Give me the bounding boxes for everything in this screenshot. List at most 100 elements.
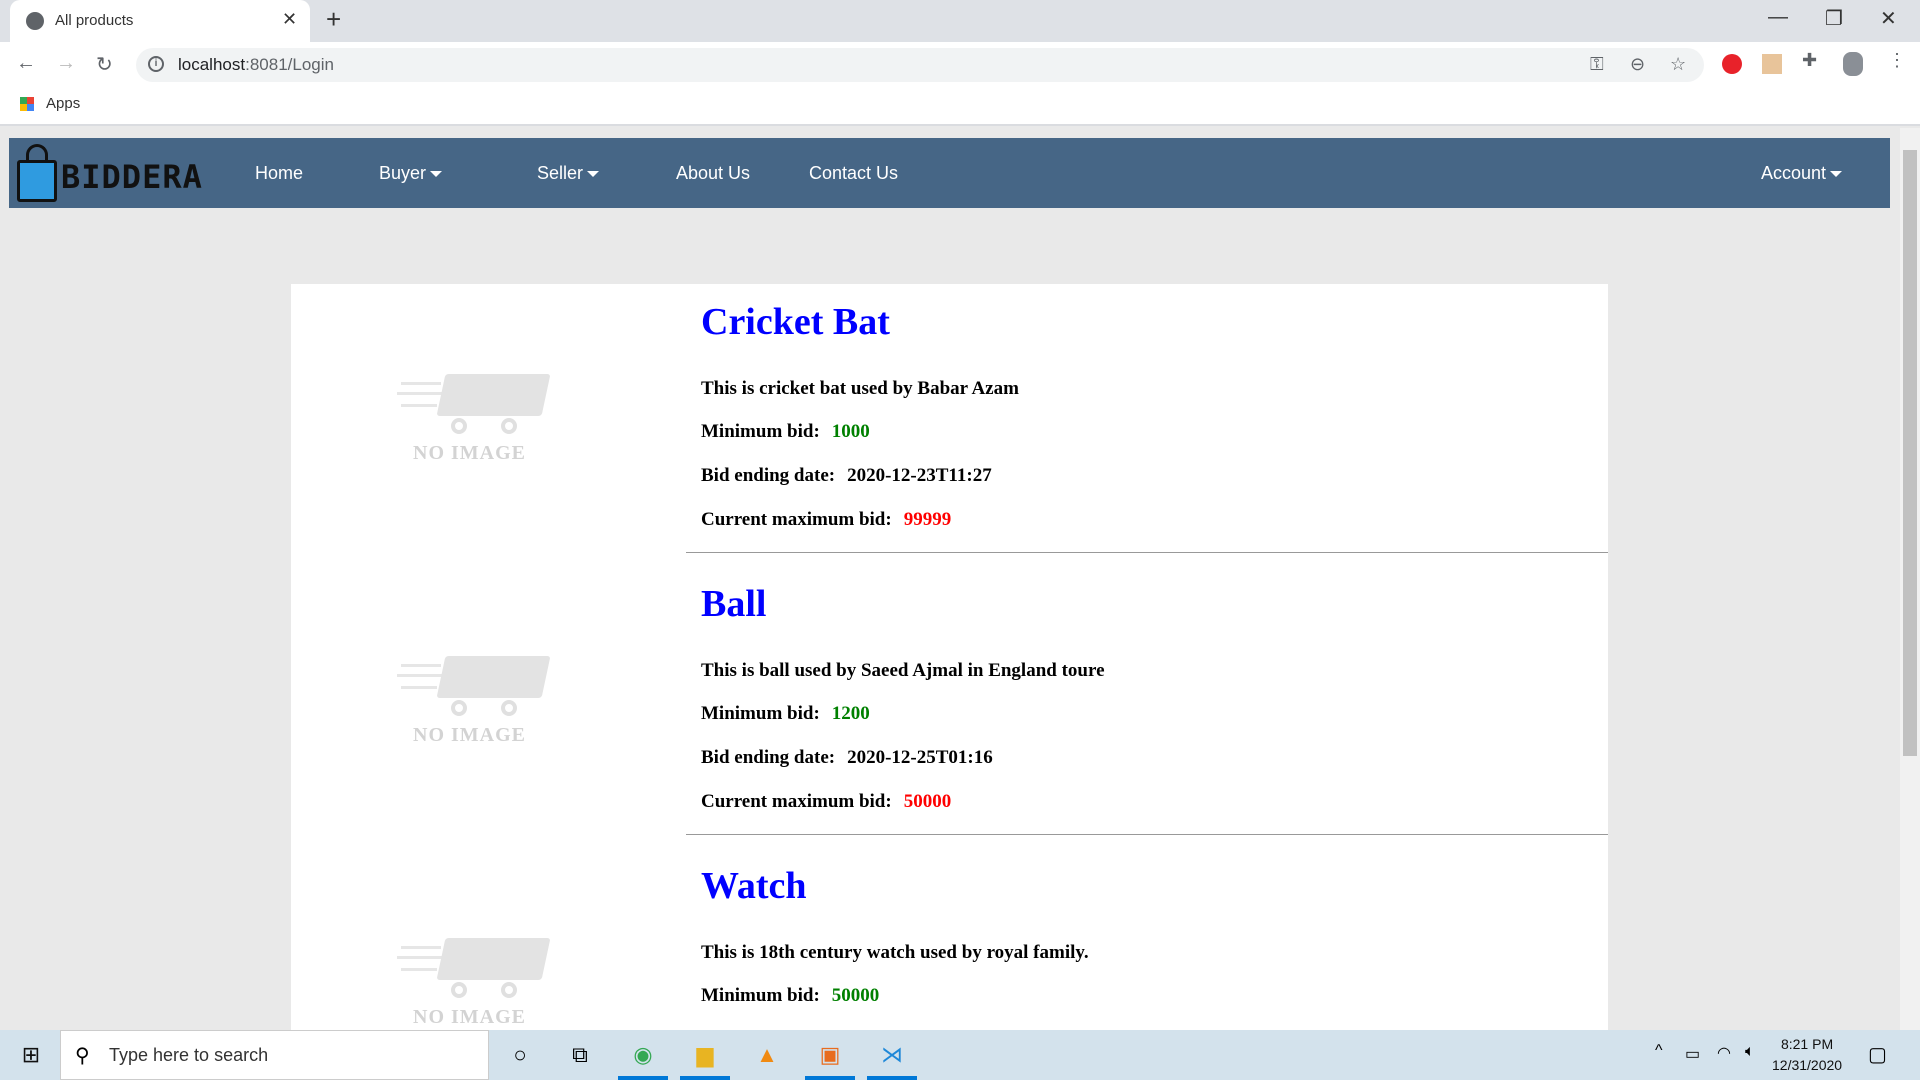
product-item: NO IMAGE Ball This is ball used by Saeed… [291,566,1608,848]
products-list: NO IMAGE Cricket Bat This is cricket bat… [291,284,1608,1030]
min-bid-row: Minimum bid: 1200 [701,703,870,725]
cart-icon [436,656,551,698]
caret-down-icon [1830,171,1843,178]
divider [686,552,1608,553]
caret-down-icon [430,171,443,178]
min-bid-value: 1000 [831,421,870,442]
nav-account[interactable]: Account [1761,163,1843,184]
product-title[interactable]: Watch [701,864,807,908]
info-icon[interactable]: i [148,56,164,72]
zoom-icon[interactable]: ⊖ [1630,54,1645,75]
minimize-button[interactable]: — [1768,6,1788,29]
show-hidden-icons[interactable]: ^ [1655,1042,1663,1060]
notification-icon[interactable]: ▢ [1868,1042,1887,1067]
end-date-value: 2020-12-25T01:16 [847,747,993,768]
search-icon: ⚲ [75,1045,90,1067]
max-bid-row: Current maximum bid: 99999 [701,509,951,531]
reload-icon[interactable]: ↻ [96,52,113,77]
search-placeholder: Type here to search [109,1045,269,1065]
wifi-icon[interactable]: ◠ [1717,1043,1731,1063]
tab-bar: All products ✕ + — ❐ ✕ [0,0,1920,42]
clock-date: 12/31/2020 [1772,1057,1843,1073]
end-date-label: Bid ending date: [701,747,836,768]
system-clock[interactable]: 8:21 PM 12/31/2020 [1772,1034,1842,1076]
product-item: NO IMAGE Cricket Bat This is cricket bat… [291,284,1608,566]
cart-icon [436,374,551,416]
apps-grid-icon[interactable] [20,97,34,111]
site-logo[interactable]: BIDDERA [61,158,203,196]
end-date-value: 2020-12-23T11:27 [847,465,992,486]
vlc-icon[interactable]: ▲ [742,1030,792,1080]
nav-seller-label: Seller [537,163,584,183]
xampp-icon[interactable]: ▣ [805,1030,855,1080]
caret-down-icon [587,171,600,178]
no-image-text: NO IMAGE [413,724,526,746]
address-bar[interactable]: i localhost:8081/Login ⚿ ⊖ ☆ [136,48,1704,82]
end-date-row: Bid ending date: 2020-12-25T01:16 [701,747,993,769]
nav-account-label: Account [1761,163,1827,183]
close-tab-icon[interactable]: ✕ [282,9,297,30]
menu-icon[interactable]: ⋮ [1888,50,1906,71]
key-icon[interactable]: ⚿ [1590,54,1604,75]
max-bid-label: Current maximum bid: [701,509,892,530]
chrome-icon[interactable]: ◉ [618,1030,668,1080]
min-bid-value: 1200 [831,703,870,724]
url-path: :8081/Login [245,55,334,74]
nav-seller[interactable]: Seller [537,163,600,184]
puzzle-icon[interactable]: ✚ [1802,50,1817,71]
end-date-row: Bid ending date: 2020-12-23T11:27 [701,465,992,487]
file-explorer-icon[interactable]: ▆ [680,1030,730,1080]
nav-contact[interactable]: Contact Us [809,163,898,184]
taskbar-search[interactable]: ⚲ Type here to search [60,1030,489,1080]
profile-avatar[interactable] [1843,52,1863,76]
no-image-placeholder: NO IMAGE [397,656,561,751]
max-bid-value: 50000 [903,791,952,812]
divider [686,834,1608,835]
url-host: localhost [178,55,246,74]
site-navbar: BIDDERA Home Buyer Seller About Us Conta… [9,138,1890,208]
new-tab-button[interactable]: + [326,4,341,35]
clock-time: 8:21 PM [1780,1036,1834,1052]
nav-about[interactable]: About Us [676,163,750,184]
url-text[interactable]: localhost:8081/Login [178,55,334,75]
extension-icon[interactable] [1762,54,1782,74]
cortana-icon[interactable]: ○ [495,1030,545,1080]
close-window-button[interactable]: ✕ [1880,6,1897,31]
min-bid-row: Minimum bid: 1000 [701,421,870,443]
min-bid-label: Minimum bid: [701,703,820,724]
restore-button[interactable]: ❐ [1825,6,1843,31]
adblock-extension-icon[interactable] [1722,54,1742,74]
min-bid-label: Minimum bid: [701,421,820,442]
no-image-text: NO IMAGE [413,442,526,464]
task-view-icon[interactable]: ⧉ [555,1030,605,1080]
star-icon[interactable]: ☆ [1670,54,1686,75]
volume-icon[interactable]: 🔈︎ [1745,1043,1755,1061]
nav-buyer-label: Buyer [379,163,427,183]
windows-start-icon[interactable]: ⊞ [6,1030,56,1080]
tab-all-products[interactable]: All products ✕ [10,0,310,42]
battery-icon[interactable]: ▭ [1685,1044,1700,1064]
product-item: NO IMAGE Watch This is 18th century watc… [291,848,1608,1030]
scrollbar-thumb[interactable] [1903,150,1917,756]
nav-buyer[interactable]: Buyer [379,163,443,184]
windows-taskbar: ⊞ ⚲ Type here to search ○ ⧉ ◉ ▆ ▲ ▣ ⋊ ^ … [0,1030,1920,1080]
end-date-label: Bid ending date: [701,465,836,486]
min-bid-row: Minimum bid: 50000 [701,985,879,1007]
cart-icon [436,938,551,980]
product-description: This is 18th century watch used by royal… [701,942,1089,963]
bookmarks-bar [0,84,1920,126]
tab-title: All products [55,12,134,29]
nav-home[interactable]: Home [255,163,303,184]
vscode-icon[interactable]: ⋊ [867,1030,917,1080]
min-bid-label: Minimum bid: [701,985,820,1006]
globe-icon [26,12,44,30]
back-icon[interactable]: ← [16,52,36,75]
product-description: This is cricket bat used by Babar Azam [701,378,1019,399]
product-description: This is ball used by Saeed Ajmal in Engl… [701,660,1105,681]
browser-toolbar: ← → ↻ i localhost:8081/Login ⚿ ⊖ ☆ ✚ ⋮ [0,42,1920,84]
product-title[interactable]: Ball [701,582,766,626]
no-image-placeholder: NO IMAGE [397,938,561,1030]
product-title[interactable]: Cricket Bat [701,300,890,344]
forward-icon[interactable]: → [56,52,76,75]
apps-bookmark[interactable]: Apps [46,95,80,112]
